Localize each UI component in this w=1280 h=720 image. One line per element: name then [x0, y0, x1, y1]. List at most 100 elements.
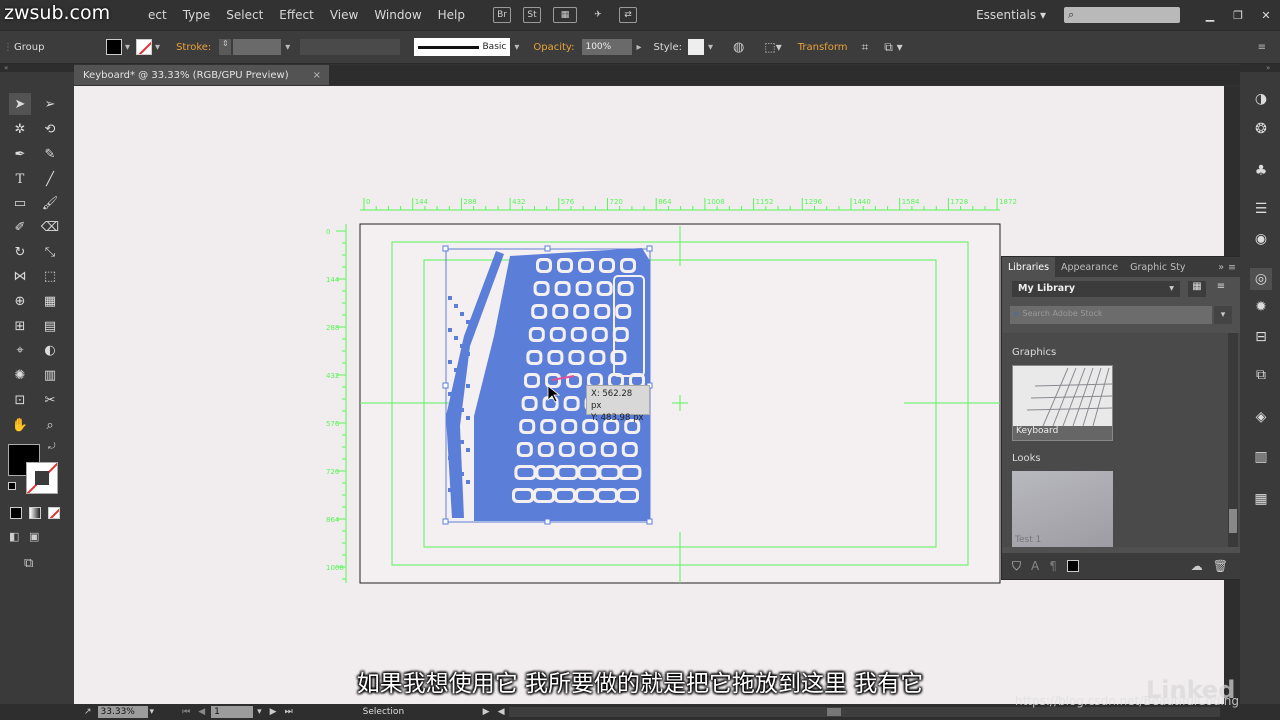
close-window-icon[interactable]: ✕ — [1252, 9, 1280, 22]
workspace-switcher[interactable]: Essentials ▾ — [968, 8, 1054, 22]
brushes-icon[interactable]: ♣ — [1250, 160, 1272, 182]
scroll-left-icon[interactable]: ◀ — [498, 707, 505, 717]
stock-icon[interactable]: St — [523, 7, 541, 23]
minimize-icon[interactable]: ▁ — [1196, 9, 1224, 22]
screen-mode-icon[interactable]: ⧉ — [24, 556, 33, 571]
magic-wand-tool-icon[interactable]: ✲ — [9, 118, 31, 140]
artboard-number-input[interactable]: 1 — [211, 706, 254, 718]
gradient-mode-icon[interactable] — [29, 507, 41, 519]
layers-icon[interactable]: ◈ — [1250, 406, 1272, 428]
next-artboard-icon[interactable]: ▶ — [270, 707, 285, 717]
add-text-icon[interactable]: A — [1031, 559, 1039, 573]
panel-menu-icon[interactable]: ≡ — [1228, 262, 1240, 273]
close-tab-icon[interactable]: × — [313, 70, 321, 81]
stroke-label[interactable]: Stroke: — [176, 42, 211, 53]
eyedropper-tool-icon[interactable]: ⌖ — [9, 339, 31, 361]
variable-width-profile[interactable] — [300, 39, 401, 55]
menu-effect[interactable]: Effect — [271, 8, 322, 22]
bridge-icon[interactable]: Br — [493, 7, 511, 23]
width-tool-icon[interactable]: ⋈ — [9, 265, 31, 287]
artboards-icon[interactable]: ⧉ — [1250, 364, 1272, 386]
zoom-input[interactable]: 33.33% — [97, 706, 148, 718]
appearance-icon[interactable]: ✹ — [1250, 296, 1272, 318]
menu-help[interactable]: Help — [430, 8, 473, 22]
tab-libraries[interactable]: Libraries — [1002, 257, 1056, 277]
rotate-tool-icon[interactable]: ↻ — [9, 241, 31, 263]
color-guide-icon[interactable]: ❂ — [1250, 118, 1272, 140]
direct-selection-tool-icon[interactable]: ➢ — [39, 93, 61, 115]
delete-icon[interactable]: 🗑 — [1213, 559, 1240, 573]
stroke-color-swatch[interactable] — [26, 462, 58, 494]
zoom-chevron-icon[interactable]: ▾ — [148, 707, 183, 717]
align-to-icon[interactable]: ⬚▾ — [764, 40, 781, 54]
library-select[interactable]: My Library ▾ — [1012, 281, 1180, 297]
last-artboard-icon[interactable]: ⏭ — [285, 707, 363, 717]
share-icon[interactable]: ↗ — [0, 707, 98, 717]
stroke-chevron-icon[interactable]: ▾ — [155, 42, 160, 53]
transparency-icon[interactable]: ◉ — [1250, 228, 1272, 250]
pen-tool-icon[interactable]: ✒ — [9, 143, 31, 165]
opacity-arrow-icon[interactable]: ▸ — [636, 42, 641, 53]
stroke-swatch[interactable] — [136, 39, 153, 55]
stock-search-input[interactable]: ⌕ Search Adobe Stock — [1010, 306, 1212, 324]
style-swatch[interactable] — [688, 39, 704, 55]
arrange-icon[interactable]: ⧉ ▾ — [884, 40, 902, 55]
zoom-tool-icon[interactable]: ⌕ — [39, 414, 61, 436]
panel-menu-icon[interactable]: ≡ — [1258, 42, 1266, 53]
restore-icon[interactable]: ❐ — [1224, 9, 1252, 22]
opacity-label[interactable]: Opacity: — [533, 42, 574, 53]
tools-collapse-icon[interactable]: « — [0, 64, 74, 72]
draw-behind-icon[interactable]: ▣ — [29, 530, 39, 543]
help-search-input[interactable]: ⌕ — [1064, 7, 1180, 23]
menu-select[interactable]: Select — [218, 8, 271, 22]
cloud-sync-icon[interactable]: ☁ — [1191, 559, 1203, 573]
free-transform-tool-icon[interactable]: ⬚ — [39, 265, 61, 287]
transform-label[interactable]: Transform — [798, 42, 848, 53]
fill-swatch[interactable] — [106, 39, 122, 55]
arrange-documents-icon[interactable]: ▦ — [553, 7, 577, 23]
graphic-styles-icon[interactable]: ⊟ — [1250, 326, 1272, 348]
isolate-group-icon[interactable]: ⌗ — [862, 40, 869, 55]
eraser-tool-icon[interactable]: ⌫ — [39, 216, 61, 238]
swap-fill-stroke-icon[interactable]: ⤾ — [48, 442, 56, 452]
horizontal-scrollbar[interactable] — [508, 707, 1220, 717]
line-tool-icon[interactable]: ╱ — [39, 168, 61, 190]
stroke-weight-chevron-icon[interactable]: ▾ — [285, 42, 290, 53]
artboard-chevron-icon[interactable]: ▾ — [253, 707, 270, 717]
menu-window[interactable]: Window — [366, 8, 429, 22]
drawing-mode-icon[interactable]: ◧ — [9, 530, 19, 543]
tab-graphic-styles[interactable]: Graphic Sty — [1124, 262, 1191, 273]
curvature-tool-icon[interactable]: ✎ — [39, 143, 61, 165]
selection-tool-icon[interactable]: ➤ — [9, 93, 31, 115]
type-tool-icon[interactable]: T — [9, 168, 31, 190]
prev-artboard-icon[interactable]: ◀ — [198, 707, 211, 717]
menu-object[interactable]: ect — [140, 8, 175, 22]
add-content-icon[interactable]: ⛉ — [1012, 559, 1021, 574]
blend-tool-icon[interactable]: ◐ — [39, 339, 61, 361]
grid-view-icon[interactable]: ▦ — [1188, 281, 1206, 297]
artboard-tool-icon[interactable]: ⊡ — [9, 389, 31, 411]
more-tabs-icon[interactable]: » — [1218, 262, 1228, 273]
rectangle-tool-icon[interactable]: ▭ — [9, 192, 31, 214]
dock-collapse-icon[interactable]: » — [1240, 64, 1280, 72]
shaper-tool-icon[interactable]: ✐ — [9, 216, 31, 238]
perspective-grid-tool-icon[interactable]: ▦ — [39, 290, 61, 312]
add-paragraph-icon[interactable]: ¶ — [1049, 559, 1057, 573]
brush-chevron-icon[interactable]: ▾ — [514, 42, 519, 53]
paintbrush-tool-icon[interactable]: 🖌 — [39, 192, 61, 214]
first-artboard-icon[interactable]: ⏮ — [182, 707, 198, 717]
menu-view[interactable]: View — [322, 8, 366, 22]
status-arrow-icon[interactable]: ▶ — [483, 707, 498, 717]
brush-definition[interactable]: Basic — [414, 38, 511, 56]
color-mode-icon[interactable] — [10, 507, 22, 519]
graphic-item-keyboard[interactable]: Keyboard — [1012, 365, 1113, 441]
document-tab[interactable]: Keyboard* @ 33.33% (RGB/GPU Preview) × — [74, 65, 329, 85]
sync-settings-icon[interactable]: ⇄ — [619, 7, 637, 23]
lasso-tool-icon[interactable]: ⟲ — [39, 118, 61, 140]
default-fill-stroke-icon[interactable] — [8, 482, 16, 490]
look-item-test1[interactable]: Test 1 — [1012, 471, 1113, 547]
column-graph-tool-icon[interactable]: ▥ — [39, 364, 61, 386]
none-mode-icon[interactable] — [48, 507, 60, 519]
gradient-tool-icon[interactable]: ▤ — [39, 315, 61, 337]
stroke-stepper[interactable]: ⇕ — [219, 39, 232, 55]
